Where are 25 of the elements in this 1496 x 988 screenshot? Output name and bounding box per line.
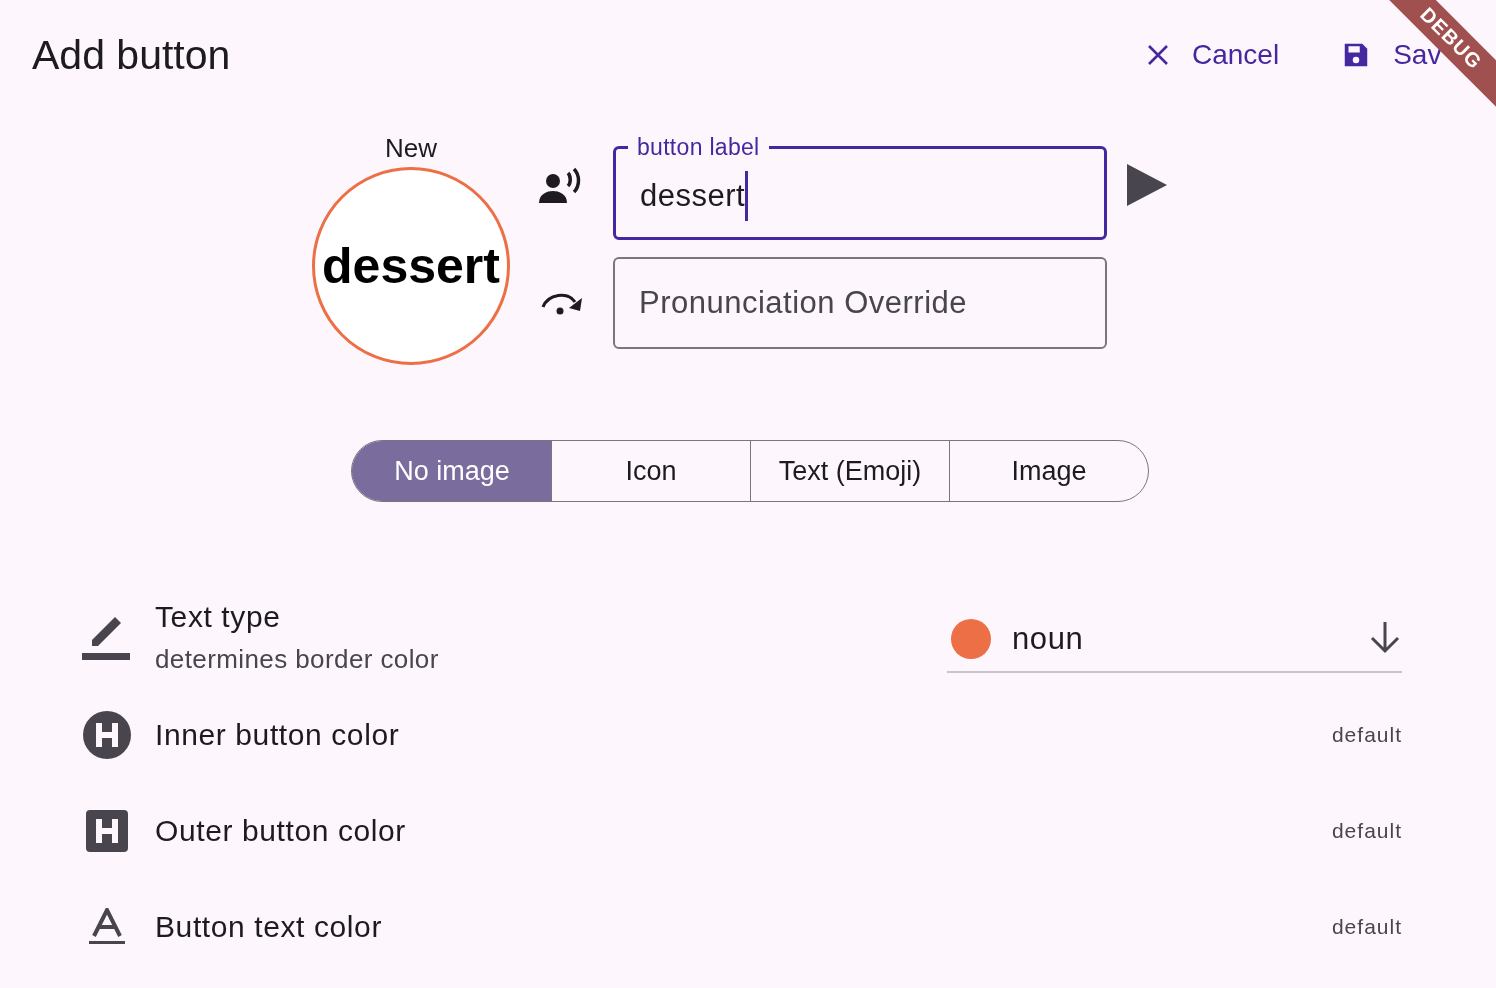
arrow-down-icon [1368, 620, 1402, 654]
circle-h-icon [83, 711, 131, 759]
setting-title: Outer button color [155, 814, 407, 848]
setting-value[interactable]: default [1331, 819, 1402, 843]
text-color-icon [89, 908, 125, 946]
cancel-button[interactable]: Cancel [1146, 33, 1280, 77]
image-mode-tab[interactable]: Image [949, 441, 1148, 501]
square-h-icon [86, 810, 128, 852]
label-field[interactable]: button label dessert [613, 134, 1107, 240]
play-icon[interactable] [1127, 164, 1167, 206]
close-icon [1146, 43, 1170, 67]
image-mode-tab[interactable]: Icon [551, 441, 750, 501]
setting-value[interactable]: default [1331, 723, 1402, 747]
button-preview: dessert [312, 167, 510, 365]
image-mode-tab[interactable]: Text (Emoji) [750, 441, 949, 501]
setting-title: Button text color [155, 910, 383, 944]
page-title: Add button [32, 31, 232, 79]
setting-subtitle: determines border color [155, 643, 440, 675]
setting-title: Inner button color [155, 718, 401, 752]
pronunciation-field[interactable]: Pronunciation Override [613, 257, 1107, 349]
text-type-dropdown[interactable]: noun [947, 607, 1402, 673]
setting-title: Text type [155, 599, 282, 634]
image-mode-tab[interactable]: No image [352, 441, 551, 501]
preview-caption: New [385, 132, 437, 165]
setting-value[interactable]: default [1331, 915, 1402, 939]
